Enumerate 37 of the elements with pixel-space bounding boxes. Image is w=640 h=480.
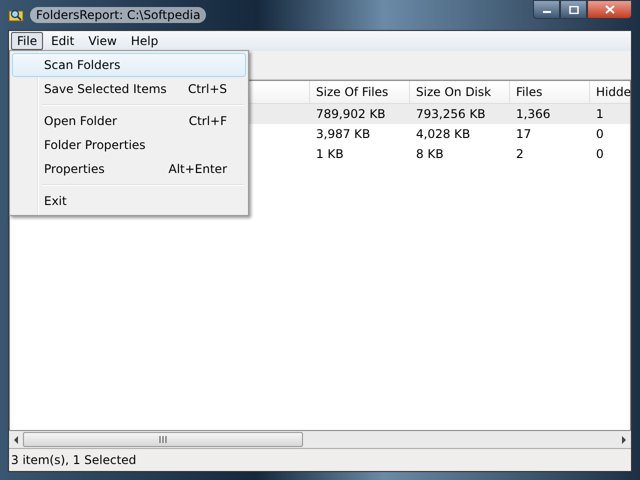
- menu-item[interactable]: View: [82, 32, 123, 50]
- menu-item[interactable]: File: [11, 32, 44, 50]
- scroll-left-icon[interactable]: [13, 436, 19, 444]
- menu-option[interactable]: Scan Folders: [12, 53, 246, 77]
- column-header[interactable]: Size Of Files: [310, 81, 410, 103]
- table-cell-text: 8 KB: [415, 147, 445, 161]
- window-title: FoldersReport: C:\Softpedia: [30, 7, 206, 23]
- horizontal-scrollbar[interactable]: [9, 431, 631, 448]
- scroll-right-icon[interactable]: [621, 436, 627, 444]
- column-header[interactable]: Files: [510, 81, 590, 103]
- table-cell-text: 1: [595, 107, 605, 121]
- menu-item[interactable]: Help: [124, 32, 164, 50]
- magnifier-folder-icon: [8, 7, 24, 23]
- status-text: 3 item(s), 1 Selected: [11, 453, 136, 467]
- table-cell-text: 3,987 KB: [315, 127, 372, 141]
- maximize-icon: [568, 6, 578, 14]
- table-cell-text: 793,256 KB: [415, 107, 487, 121]
- table-cell-text: 4,028 KB: [415, 127, 472, 141]
- table-cell-text: 1 KB: [315, 147, 345, 161]
- menu-option[interactable]: Save Selected Items Ctrl+S: [12, 77, 246, 101]
- close-button[interactable]: [587, 0, 632, 19]
- close-icon: [604, 5, 614, 14]
- menu-option[interactable]: Properties Alt+Enter: [12, 157, 246, 181]
- table-cell-text: 0: [595, 147, 605, 161]
- column-header[interactable]: Hidde: [590, 81, 640, 103]
- menu-option[interactable]: Folder Properties: [12, 133, 246, 157]
- column-header[interactable]: Size On Disk: [410, 81, 510, 103]
- table-cell-text: 789,902 KB: [315, 107, 387, 121]
- table-cell-text: 2: [515, 147, 525, 161]
- menu-item[interactable]: Edit: [45, 32, 80, 50]
- maximize-button[interactable]: [560, 0, 587, 19]
- table-cell-text: 17: [515, 127, 532, 141]
- menu-option[interactable]: Exit: [12, 189, 246, 213]
- table-cell-text: 0: [595, 127, 605, 141]
- table-cell-text: 1,366: [515, 107, 552, 121]
- scrollbar-thumb[interactable]: [23, 432, 303, 447]
- minimize-button[interactable]: [533, 0, 560, 19]
